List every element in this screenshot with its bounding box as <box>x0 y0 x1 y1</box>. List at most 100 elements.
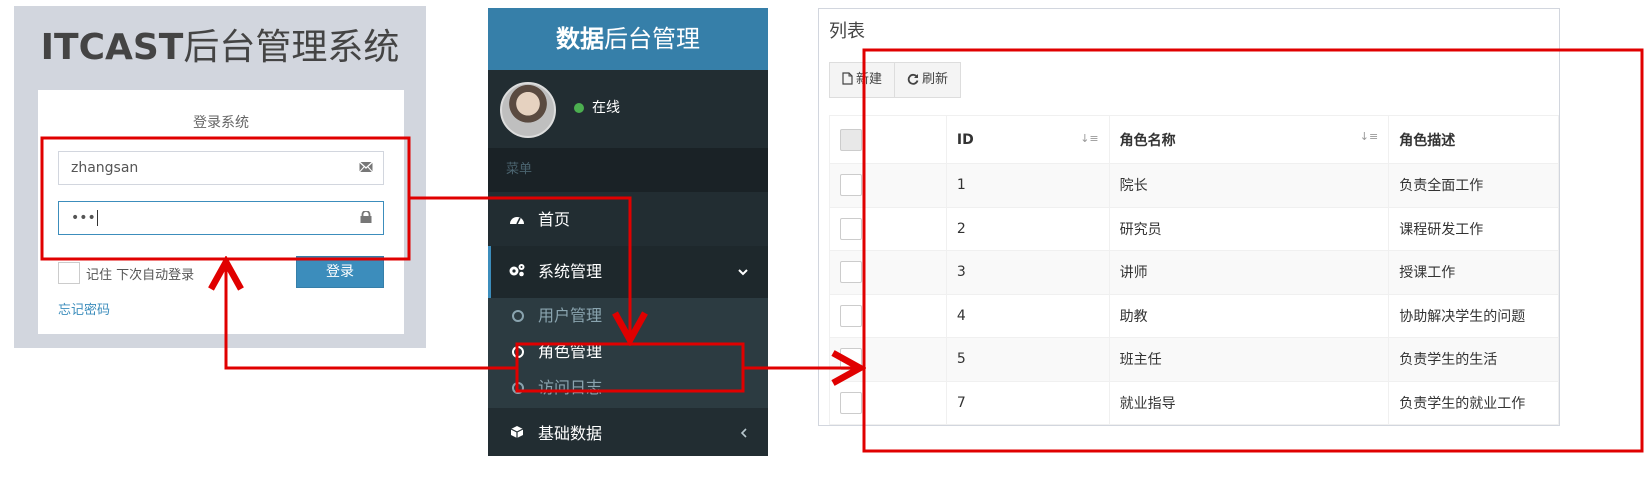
refresh-button-label: 刷新 <box>922 72 949 87</box>
row-checkbox[interactable] <box>840 304 862 327</box>
row-select-cell <box>829 337 947 382</box>
cell-desc: 协助解决学生的问题 <box>1388 293 1559 338</box>
login-box-message: 登录系统 <box>193 115 249 131</box>
list-title: 列表 <box>829 21 865 42</box>
submenu-item-label: 访问日志 <box>538 378 603 397</box>
submenu-item-label: 角色管理 <box>538 342 603 361</box>
cell-name: 助教 <box>1108 293 1390 338</box>
logo-rest: 后台管理 <box>604 25 700 53</box>
circle-icon <box>512 382 524 394</box>
forgot-password-link[interactable]: 忘记密码 <box>58 299 110 318</box>
dashboard-icon <box>508 195 526 247</box>
cell-id: 4 <box>945 293 1110 338</box>
online-status-icon <box>574 103 584 113</box>
chevron-left-icon <box>740 408 748 456</box>
sidebar-item-label: 系统管理 <box>538 262 603 281</box>
row-checkbox[interactable] <box>840 348 862 371</box>
password-field[interactable]: •••​ <box>58 201 384 235</box>
cell-name: 研究员 <box>1108 206 1390 251</box>
cube-icon <box>508 409 526 456</box>
cell-id: 2 <box>945 206 1110 251</box>
column-label: ID <box>956 131 974 148</box>
cell-name: 院长 <box>1108 163 1390 208</box>
new-button-label: 新建 <box>856 72 883 87</box>
cell-name: 就业指导 <box>1108 380 1390 425</box>
table-row[interactable]: 5 班主任 负责学生的生活 <box>829 337 1559 382</box>
sidebar-item-basic-data[interactable]: 基础数据 <box>488 408 768 456</box>
refresh-button[interactable]: 刷新 <box>895 63 960 97</box>
sidebar-item-label: 首页 <box>538 210 571 229</box>
login-title: ITCAST后台管理系统 <box>14 18 426 70</box>
username-value: zhangsan <box>71 160 139 176</box>
submenu-item-access-log[interactable]: 访问日志 <box>488 370 768 406</box>
file-icon <box>842 72 853 85</box>
remember-label: 记住 下次自动登录 <box>86 268 195 283</box>
user-panel: 在线 <box>488 70 768 148</box>
remember-checkbox[interactable] <box>58 262 80 284</box>
logo-bold: 数据 <box>556 25 604 53</box>
text-cursor: ​ <box>96 210 98 226</box>
table-row[interactable]: 3 讲师 授课工作 <box>829 250 1559 295</box>
menu-header: 菜单 <box>488 148 768 192</box>
submenu: 用户管理 角色管理 访问日志 <box>488 298 768 408</box>
column-label: 角色名称 <box>1119 132 1176 149</box>
row-select-cell <box>829 250 947 295</box>
refresh-icon <box>907 73 919 85</box>
submenu-item-roles[interactable]: 角色管理 <box>488 334 768 370</box>
row-select-cell <box>829 206 947 251</box>
avatar <box>500 82 556 138</box>
cell-desc: 负责学生的生活 <box>1388 337 1559 382</box>
user-status: 在线 <box>592 100 620 116</box>
submenu-item-users[interactable]: 用户管理 <box>488 298 768 334</box>
table-row[interactable]: 4 助教 协助解决学生的问题 <box>829 293 1559 338</box>
row-checkbox[interactable] <box>840 217 862 240</box>
cell-name: 班主任 <box>1108 337 1390 382</box>
cell-id: 5 <box>945 337 1110 382</box>
username-field[interactable]: zhangsan <box>58 151 384 185</box>
row-select-cell <box>829 163 947 208</box>
list-panel: 列表 新建 刷新 ID ↓≡ 角色名称 ↓≡ 角色描述 1 院长 负责全面工作 <box>818 8 1560 426</box>
sidebar: 数据后台管理 在线 菜单 首页 系统管理 用户管理 角色管理 访问日志 基础数据 <box>488 8 768 456</box>
column-label: 角色描述 <box>1399 132 1456 149</box>
login-title-rest: 后台管理系统 <box>183 27 400 68</box>
select-all-checkbox[interactable] <box>840 128 862 151</box>
cell-id: 7 <box>945 380 1110 425</box>
cell-name: 讲师 <box>1108 250 1390 295</box>
row-select-cell <box>829 380 947 425</box>
table-row[interactable]: 1 院长 负责全面工作 <box>829 163 1559 208</box>
column-header-id[interactable]: ID ↓≡ <box>945 115 1110 164</box>
new-button[interactable]: 新建 <box>830 63 896 97</box>
sidebar-item-label: 基础数据 <box>538 424 603 443</box>
column-header-role-desc[interactable]: 角色描述 <box>1388 115 1559 164</box>
sort-icon[interactable]: ↓≡ <box>1360 130 1378 143</box>
table-header-row: ID ↓≡ 角色名称 ↓≡ 角色描述 <box>829 115 1559 164</box>
circle-icon <box>512 346 524 358</box>
cell-desc: 授课工作 <box>1388 250 1559 295</box>
sort-icon[interactable]: ↓≡ <box>1080 132 1098 145</box>
row-checkbox[interactable] <box>840 391 862 414</box>
cell-desc: 课程研发工作 <box>1388 206 1559 251</box>
lock-icon <box>360 211 372 223</box>
login-panel: ITCAST后台管理系统 登录系统 zhangsan •••​ 记住 下次自动登… <box>14 6 426 348</box>
sidebar-item-home[interactable]: 首页 <box>488 194 768 246</box>
cell-desc: 负责全面工作 <box>1388 163 1559 208</box>
column-header-role-name[interactable]: 角色名称 ↓≡ <box>1108 115 1390 164</box>
row-checkbox[interactable] <box>840 174 862 197</box>
cell-id: 3 <box>945 250 1110 295</box>
login-button[interactable]: 登录 <box>296 256 384 288</box>
login-title-bold: ITCAST <box>40 27 184 68</box>
submenu-item-label: 用户管理 <box>538 306 603 325</box>
table-row[interactable]: 2 研究员 课程研发工作 <box>829 206 1559 251</box>
row-checkbox[interactable] <box>840 261 862 284</box>
row-select-cell <box>829 293 947 338</box>
cell-desc: 负责学生的就业工作 <box>1388 380 1559 425</box>
table-row[interactable]: 7 就业指导 负责学生的就业工作 <box>829 380 1559 425</box>
password-value: ••• <box>71 210 96 226</box>
sidebar-item-system[interactable]: 系统管理 <box>488 246 768 298</box>
roles-table: ID ↓≡ 角色名称 ↓≡ 角色描述 1 院长 负责全面工作 2 研究员 课程研发工… <box>829 115 1559 425</box>
cell-id: 1 <box>945 163 1110 208</box>
circle-icon <box>512 310 524 322</box>
toolbar: 新建 刷新 <box>829 62 962 98</box>
sidebar-logo[interactable]: 数据后台管理 <box>488 8 768 70</box>
cogs-icon <box>508 247 526 299</box>
